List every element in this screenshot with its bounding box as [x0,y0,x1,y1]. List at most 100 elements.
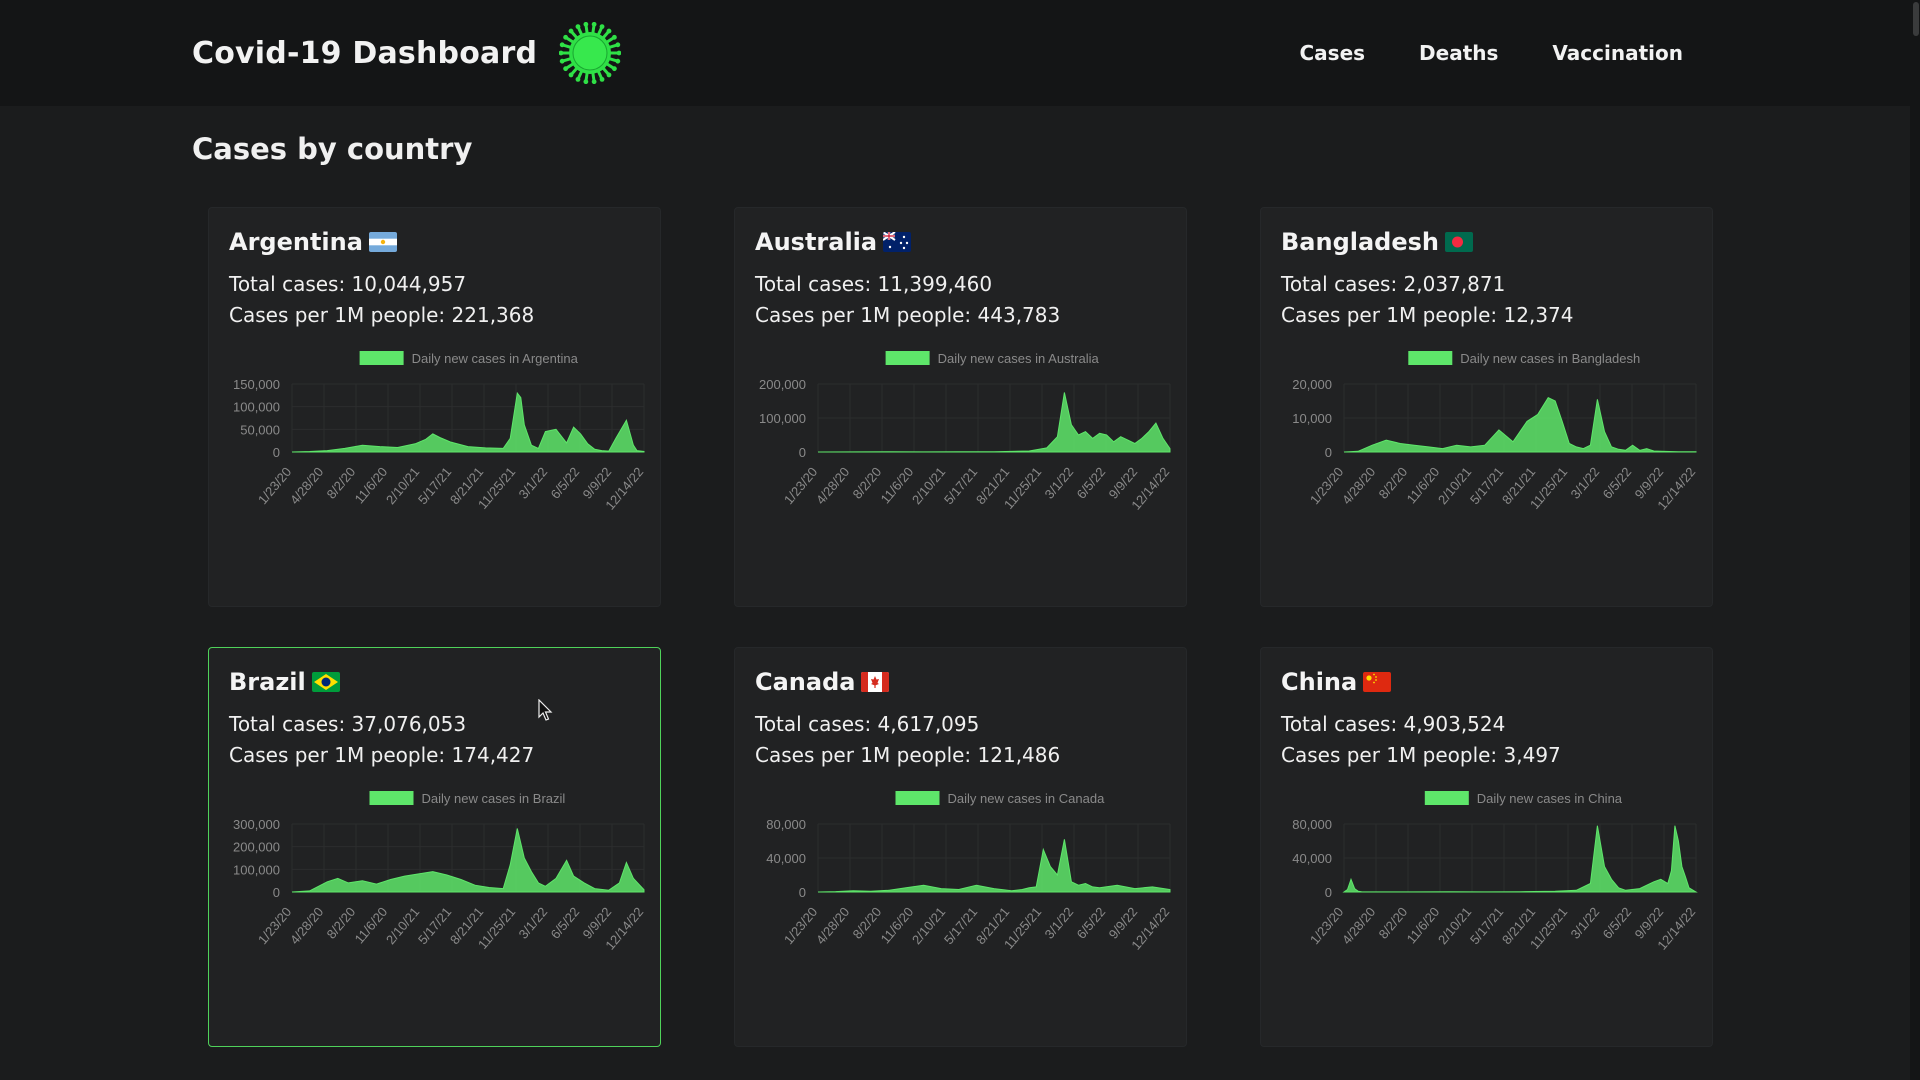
daily-cases-chart[interactable]: Daily new cases in Bangladesh 20,000 10,00… [1261,348,1714,578]
country-card-bangladesh[interactable]: Bangladesh Total cases: 2,037,871 Cases pe… [1260,207,1713,607]
x-tick-label: 2/10/21 [383,904,422,947]
y-tick-label: 80,000 [766,817,806,832]
country-card-canada[interactable]: Canada Total cases: 4,617,095 Cases per 1M… [734,647,1187,1047]
legend-label: Daily new cases in Brazil [422,791,566,806]
y-tick-label: 100,000 [233,862,280,877]
scrollbar-thumb[interactable] [1913,2,1919,36]
x-tick-label: 6/5/22 [1074,904,1109,941]
main-nav: Cases Deaths Vaccination [1300,0,1684,106]
country-card-australia[interactable]: Australia Total cases: 11,399,460 Cases pe… [734,207,1187,607]
x-tick-label: 3/1/22 [1568,464,1603,501]
mouse-cursor-icon [538,699,553,721]
y-tick-label: 150,000 [233,377,280,392]
chart-legend[interactable]: Daily new cases in Australia [885,351,1100,366]
country-name: Australia [755,228,878,256]
nav-vaccination[interactable]: Vaccination [1552,41,1683,65]
card-header: Bangladesh [1281,228,1474,256]
argentina-flag-icon [368,232,397,252]
total-cases: Total cases: 4,903,524 [1281,712,1506,736]
y-tick-label: 0 [799,445,806,460]
total-cases: Total cases: 11,399,460 [755,272,993,296]
x-tick-label: 3/1/22 [516,904,551,941]
x-tick-label: 5/17/21 [415,464,454,507]
series-area [817,839,1171,893]
daily-cases-chart[interactable]: Daily new cases in Brazil 300,000 200,000 1… [209,788,662,1018]
y-tick-label: 0 [1325,885,1332,900]
x-tick-label: 3/1/22 [516,464,551,501]
x-tick-label: 6/5/22 [548,464,583,501]
x-tick-label: 5/17/21 [941,464,980,507]
total-cases: Total cases: 10,044,957 [229,272,467,296]
app-title[interactable]: Covid-19 Dashboard [192,36,537,71]
series-area [1343,396,1697,453]
y-tick-label: 50,000 [240,422,280,437]
series-area [817,392,1171,453]
x-tick-label: 2/10/21 [383,464,422,507]
country-card-china[interactable]: China Total cases: 4,903,524 Cases per 1M … [1260,647,1713,1047]
x-tick-label: 6/5/22 [1600,904,1635,941]
page-scrollbar[interactable] [1910,0,1920,1080]
y-tick-label: 20,000 [1292,377,1332,392]
y-tick-label: 0 [799,885,806,900]
y-tick-label: 300,000 [233,817,280,832]
cases-per-million: Cases per 1M people: 12,374 [1281,303,1574,327]
chart-legend[interactable]: Daily new cases in Brazil [369,791,566,806]
country-card-brazil[interactable]: Brazil Total cases: 37,076,053 Cases per 1… [208,647,661,1047]
y-tick-label: 80,000 [1292,817,1332,832]
cases-per-million: Cases per 1M people: 3,497 [1281,743,1561,767]
daily-cases-chart[interactable]: Daily new cases in China 80,000 40,000 0 1/2… [1261,788,1714,1018]
cases-per-million: Cases per 1M people: 221,368 [229,303,535,327]
legend-label: Daily new cases in China [1477,791,1623,806]
daily-cases-chart[interactable]: Daily new cases in Canada 80,000 40,000 0 1/… [735,788,1188,1018]
page-title: Cases by country [192,132,473,166]
x-tick-label: 3/1/22 [1568,904,1603,941]
country-card-argentina[interactable]: Argentina Total cases: 10,044,957 Cases pe… [208,207,661,607]
chart-legend[interactable]: Daily new cases in Argentina [359,351,579,366]
card-header: Canada [755,668,890,696]
card-header: Australia [755,228,912,256]
virus-icon [559,22,622,84]
x-tick-label: 1/23/20 [255,464,294,507]
y-tick-label: 10,000 [1292,411,1332,426]
cases-per-million: Cases per 1M people: 121,486 [755,743,1061,767]
x-tick-label: 4/28/20 [287,904,326,947]
x-tick-label: 5/17/21 [415,904,454,947]
country-name: Argentina [229,228,363,256]
brand[interactable]: Covid-19 Dashboard [192,0,622,106]
canada-flag-icon [861,672,890,692]
legend-swatch [1424,791,1469,805]
chart-legend[interactable]: Daily new cases in China [1424,791,1623,806]
x-tick-label: 1/23/20 [1307,904,1346,947]
x-tick-label: 6/5/22 [1074,464,1109,501]
top-navbar: Covid-19 Dashboard Cases Deaths Vaccinat… [0,0,1920,106]
y-tick-label: 40,000 [1292,851,1332,866]
x-tick-label: 4/28/20 [287,464,326,507]
y-tick-label: 200,000 [233,840,280,855]
bangladesh-flag-icon [1445,232,1474,252]
x-tick-label: 2/10/21 [909,904,948,947]
country-name: China [1281,668,1358,696]
card-header: Argentina [229,228,397,256]
nav-cases[interactable]: Cases [1300,41,1366,65]
x-tick-label: 5/17/21 [1467,904,1506,947]
x-tick-label: 5/17/21 [941,904,980,947]
x-tick-label: 1/23/20 [1307,464,1346,507]
chart-legend[interactable]: Daily new cases in Canada [895,791,1106,806]
brazil-flag-icon [311,672,340,692]
card-header: Brazil [229,668,340,696]
legend-label: Daily new cases in Bangladesh [1460,351,1640,366]
country-name: Canada [755,668,856,696]
legend-swatch [369,791,414,805]
series-area [291,391,645,453]
nav-deaths[interactable]: Deaths [1419,41,1498,65]
china-flag-icon [1363,672,1392,692]
daily-cases-chart[interactable]: Daily new cases in Argentina 150,000 100,0… [209,348,662,578]
x-tick-label: 1/23/20 [255,904,294,947]
x-tick-label: 6/5/22 [1600,464,1635,501]
daily-cases-chart[interactable]: Daily new cases in Australia 200,000 100,0… [735,348,1188,578]
series-area [1342,825,1698,893]
chart-legend[interactable]: Daily new cases in Bangladesh [1408,351,1640,366]
y-tick-label: 0 [273,885,280,900]
y-tick-label: 100,000 [759,411,806,426]
x-tick-label: 2/10/21 [1435,904,1474,947]
